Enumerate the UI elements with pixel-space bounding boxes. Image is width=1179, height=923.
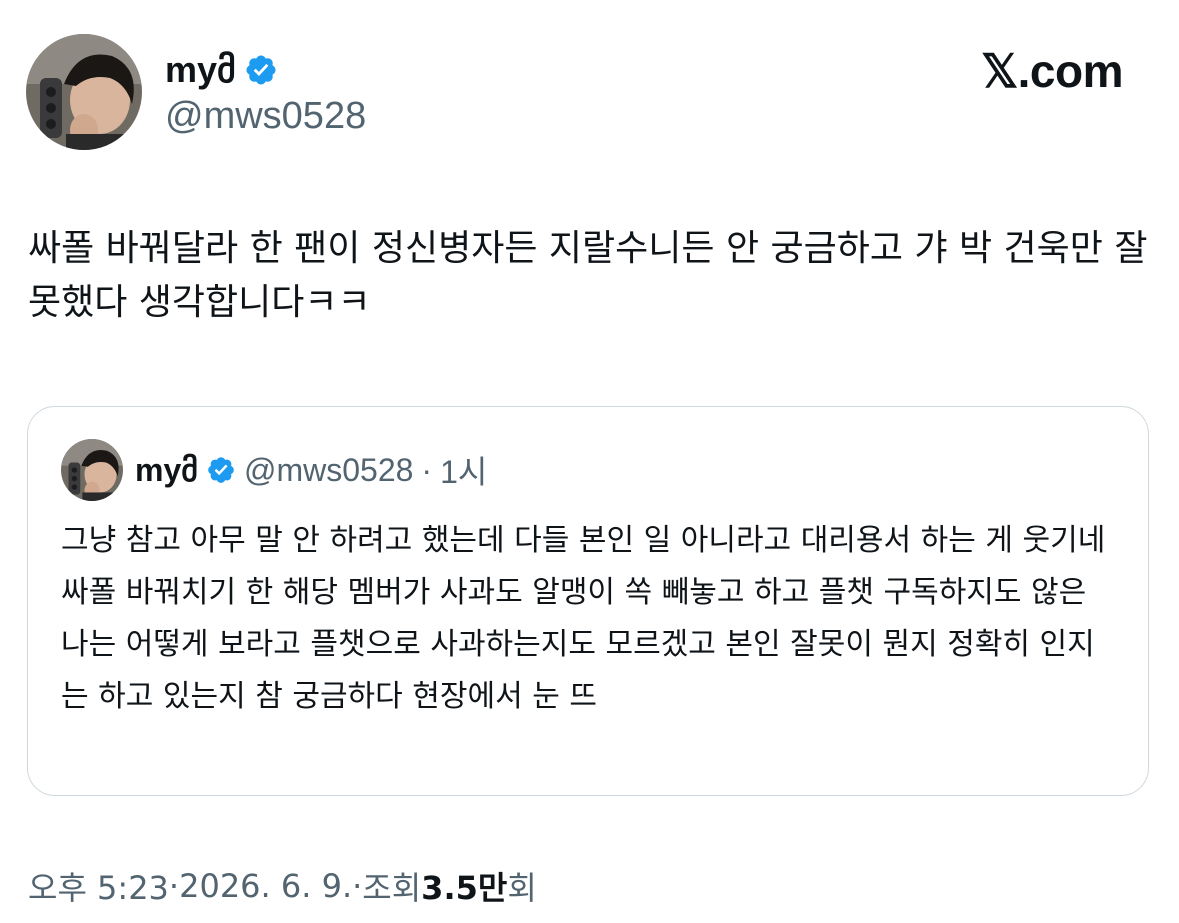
quoted-author-avatar bbox=[61, 439, 123, 501]
brand-logo: 𝕏.com bbox=[981, 44, 1123, 98]
tweet-date[interactable]: 2026. 6. 9. bbox=[179, 867, 352, 905]
avatar-photo bbox=[26, 34, 142, 150]
views-label: 조회 bbox=[362, 869, 422, 907]
author-avatar[interactable] bbox=[26, 34, 142, 150]
meta-separator: · bbox=[352, 867, 363, 905]
views-count: 3.5만 bbox=[421, 869, 508, 907]
author-display-name[interactable]: myმ bbox=[165, 49, 236, 91]
tweet-time[interactable]: 오후 5:23 bbox=[28, 863, 169, 909]
quoted-separator: · bbox=[421, 451, 433, 488]
author-handle[interactable]: @mws0528 bbox=[165, 95, 366, 138]
quoted-timestamp: 1시 bbox=[440, 454, 488, 490]
meta-separator: · bbox=[168, 867, 180, 905]
quoted-tweet-card[interactable]: myმ @mws0528 · 1시 그냥 참고 아무 말 안 하려고 했는데 다… bbox=[27, 406, 1149, 796]
quoted-author-handle: @mws0528 bbox=[243, 451, 414, 488]
tweet-text: 싸폴 바꿔달라 한 팬이 정신병자든 지랄수니든 안 궁금하고 갸 박 건욱만 … bbox=[28, 228, 1148, 323]
tweet-meta: 오후 5:23 · 2026. 6. 9. · 조회 3.5만 회 bbox=[28, 862, 537, 910]
quoted-author-display-name: myმ bbox=[135, 452, 198, 488]
quoted-tweet-text: 그냥 참고 아무 말 안 하려고 했는데 다들 본인 일 아니라고 대리용서 하… bbox=[61, 523, 1106, 714]
brand-label: 𝕏.com bbox=[981, 45, 1123, 97]
verified-badge-icon bbox=[206, 455, 236, 485]
verified-badge-icon bbox=[244, 53, 278, 87]
author-name-row: myმ bbox=[165, 44, 278, 96]
views-suffix: 회 bbox=[507, 869, 537, 907]
avatar-photo bbox=[61, 439, 123, 501]
quoted-tweet-header: myმ @mws0528 · 1시 bbox=[135, 445, 487, 495]
